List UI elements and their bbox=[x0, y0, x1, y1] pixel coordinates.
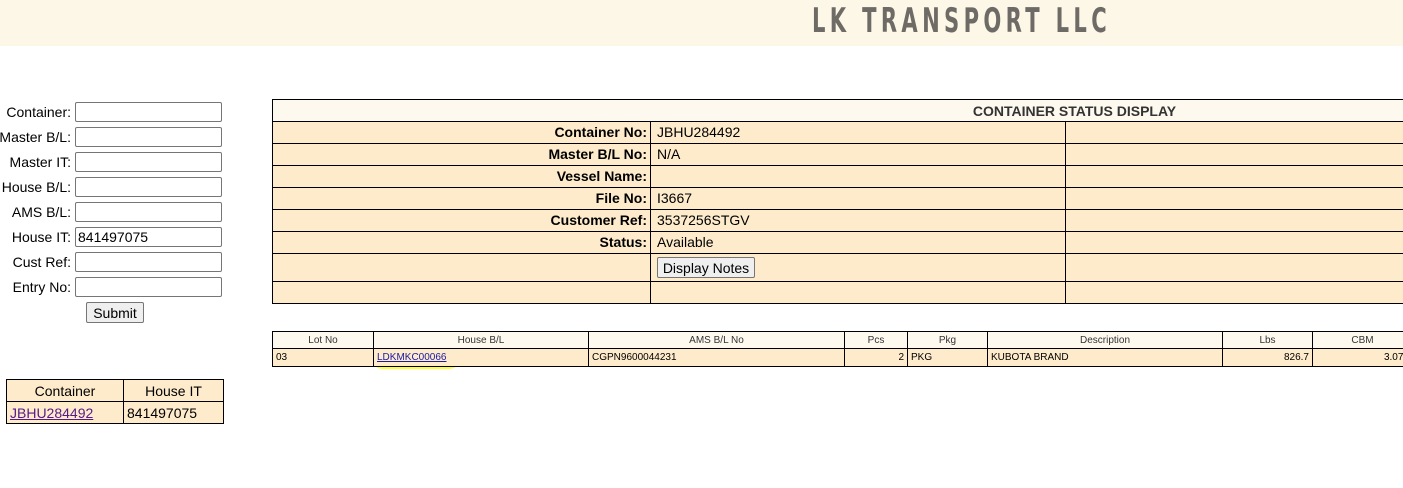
table-row: JBHU284492 841497075 bbox=[6, 401, 224, 424]
container-link[interactable]: JBHU284492 bbox=[10, 405, 93, 421]
lot-header-ams-bl: AMS B/L No bbox=[588, 331, 845, 349]
ams-bl-cell: CGPN9600044231 bbox=[588, 348, 845, 367]
master-it-input[interactable] bbox=[75, 152, 222, 172]
cust-ref-row: Cust Ref: bbox=[0, 252, 230, 274]
ams-bl-input[interactable] bbox=[75, 202, 222, 222]
status-key bbox=[273, 282, 651, 304]
master-it-label: Master IT: bbox=[9, 154, 71, 170]
container-input[interactable] bbox=[75, 102, 222, 122]
lot-table: Lot No House B/L AMS B/L No Pcs Pkg Desc… bbox=[272, 331, 1403, 367]
status-key bbox=[273, 254, 651, 281]
results-container-cell: JBHU284492 bbox=[6, 401, 124, 424]
lot-header-lot-no: Lot No bbox=[272, 331, 374, 349]
status-row-customer-ref: Customer Ref: 3537256STGV bbox=[273, 210, 1403, 232]
status-value bbox=[654, 282, 1067, 304]
house-bl-link[interactable]: LDKMKC00066 bbox=[377, 352, 446, 363]
status-empty-cell bbox=[1065, 166, 1403, 187]
status-key: File No: bbox=[273, 188, 651, 209]
master-bl-row: Master B/L: bbox=[0, 127, 230, 149]
status-row-master-bl: Master B/L No: N/A bbox=[273, 144, 1403, 166]
status-empty-cell bbox=[1065, 122, 1403, 143]
master-bl-label: Master B/L: bbox=[0, 129, 71, 145]
container-label: Container: bbox=[6, 104, 71, 120]
status-row-vessel: Vessel Name: bbox=[273, 166, 1403, 188]
status-value: N/A bbox=[657, 146, 681, 162]
master-bl-input[interactable] bbox=[75, 127, 222, 147]
ams-bl-label: AMS B/L: bbox=[11, 204, 71, 220]
status-value: Display Notes bbox=[654, 254, 1067, 281]
pkg-cell: PKG bbox=[907, 348, 988, 367]
status-row-file-no: File No: I3667 bbox=[273, 188, 1403, 210]
status-key: Status: bbox=[273, 232, 651, 253]
lot-header-house-bl: House B/L bbox=[373, 331, 589, 349]
lot-header-pcs: Pcs bbox=[844, 331, 908, 349]
submit-button[interactable]: Submit bbox=[86, 302, 144, 323]
cust-ref-input[interactable] bbox=[75, 252, 222, 272]
lot-header-pkg: Pkg bbox=[907, 331, 988, 349]
status-title: CONTAINER STATUS DISPLAY bbox=[273, 100, 1403, 122]
results-header-house-it: House IT bbox=[123, 379, 224, 402]
status-value bbox=[654, 166, 1067, 187]
house-bl-cell: LDKMKC00066 bbox=[373, 348, 589, 367]
container-row: Container: bbox=[0, 102, 230, 124]
status-row-blank bbox=[273, 282, 1403, 304]
house-bl-input[interactable] bbox=[75, 177, 222, 197]
table-row: 03 LDKMKC00066 CGPN9600044231 2 PKG KUBO… bbox=[272, 348, 1403, 367]
description-cell: KUBOTA BRAND bbox=[987, 348, 1223, 367]
lbs-cell: 826.7 bbox=[1222, 348, 1313, 367]
entry-no-row: Entry No: bbox=[0, 277, 230, 299]
lot-header-row: Lot No House B/L AMS B/L No Pcs Pkg Desc… bbox=[272, 331, 1403, 349]
house-it-label: House IT: bbox=[11, 229, 71, 245]
status-value: JBHU284492 bbox=[657, 124, 741, 140]
lot-no-cell: 03 bbox=[272, 348, 374, 367]
ams-bl-row: AMS B/L: bbox=[0, 202, 230, 224]
cust-ref-label: Cust Ref: bbox=[12, 254, 71, 270]
house-bl-row: House B/L: bbox=[0, 177, 230, 199]
master-it-row: Master IT: bbox=[0, 152, 230, 174]
entry-no-label: Entry No: bbox=[12, 279, 71, 295]
house-bl-label: House B/L: bbox=[1, 179, 71, 195]
cbm-cell: 3.073 bbox=[1312, 348, 1403, 367]
results-header-row: Container House IT bbox=[6, 379, 224, 402]
status-empty-cell bbox=[1065, 144, 1403, 165]
results-house-it-cell: 841497075 bbox=[123, 401, 224, 424]
status-key: Container No: bbox=[273, 122, 651, 143]
status-empty-cell bbox=[1065, 254, 1403, 281]
results-header-container: Container bbox=[6, 379, 124, 402]
brand-logo-text: LK TRANSPORT LLC bbox=[812, 1, 1112, 41]
status-empty-cell bbox=[1065, 232, 1403, 253]
status-row-status: Status: Available bbox=[273, 232, 1403, 254]
lot-header-cbm: CBM bbox=[1312, 331, 1403, 349]
house-it-input[interactable] bbox=[75, 227, 222, 247]
status-empty-cell bbox=[1065, 188, 1403, 209]
display-notes-button[interactable]: Display Notes bbox=[657, 257, 755, 278]
status-value: 3537256STGV bbox=[657, 212, 750, 228]
status-value: Available bbox=[657, 234, 714, 250]
house-it-row: House IT: bbox=[0, 227, 230, 249]
status-key: Customer Ref: bbox=[273, 210, 651, 231]
lot-header-description: Description bbox=[987, 331, 1223, 349]
status-key: Vessel Name: bbox=[273, 166, 651, 187]
results-table: Container House IT JBHU284492 841497075 bbox=[6, 379, 224, 424]
pcs-cell: 2 bbox=[844, 348, 908, 367]
status-empty-cell bbox=[1065, 210, 1403, 231]
status-empty-cell bbox=[1065, 282, 1403, 304]
entry-no-input[interactable] bbox=[75, 277, 222, 297]
status-value: I3667 bbox=[657, 190, 693, 206]
status-row-notes: Display Notes bbox=[273, 254, 1403, 282]
container-status-panel: CONTAINER STATUS DISPLAY Container No: J… bbox=[272, 99, 1403, 304]
status-row-container-no: Container No: JBHU284492 bbox=[273, 122, 1403, 144]
lot-header-lbs: Lbs bbox=[1222, 331, 1313, 349]
header-banner: LK TRANSPORT LLC bbox=[0, 0, 1403, 46]
status-key: Master B/L No: bbox=[273, 144, 651, 165]
